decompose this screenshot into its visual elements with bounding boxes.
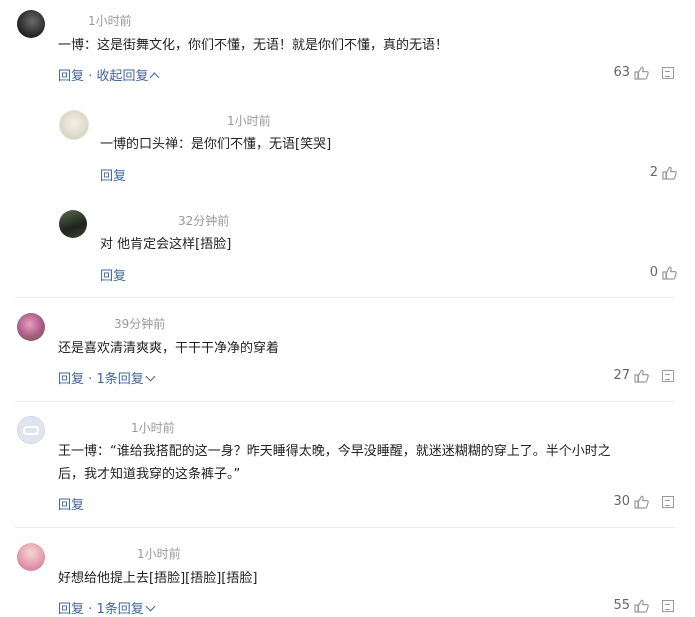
comment-text: 一博：这是街舞文化，你们不懂，无语！就是你们不懂，真的无语！: [58, 38, 449, 53]
avatar[interactable]: [17, 10, 45, 38]
avatar[interactable]: [59, 110, 89, 140]
reply-actions: 回复: [100, 165, 126, 184]
reply-button[interactable]: 回复: [58, 69, 84, 84]
comment-time: 1小时前: [131, 421, 175, 435]
like-count: 0: [649, 265, 658, 280]
separator: ·: [88, 602, 93, 617]
comment-text: 好想给他提上去[捂脸][捂脸][捂脸]: [58, 571, 258, 586]
thumbs-up-icon[interactable]: [662, 266, 677, 280]
comment-actions: 回复 · 收起回复: [58, 65, 160, 84]
comment-actions: 回复: [58, 494, 84, 513]
thumbs-up-icon[interactable]: [634, 599, 649, 613]
like-count: 30: [613, 494, 630, 509]
like-count: 55: [613, 598, 630, 613]
separator: ·: [88, 372, 93, 387]
comment-time: 1小时前: [88, 14, 132, 28]
comment-time: 1小时前: [137, 547, 181, 561]
avatar[interactable]: [17, 416, 45, 444]
reply-actions: 回复: [100, 265, 126, 284]
collapse-replies-button[interactable]: 收起回复: [96, 69, 160, 84]
expand-replies-button[interactable]: 1条回复: [96, 371, 156, 387]
chevron-down-icon: [145, 601, 156, 612]
expand-replies-label: 1条回复: [96, 372, 144, 387]
reply-button[interactable]: 回复: [100, 269, 126, 284]
avatar[interactable]: [17, 543, 45, 571]
collapse-replies-label: 收起回复: [96, 69, 149, 84]
like-count: 63: [613, 65, 630, 80]
like-count: 27: [613, 368, 630, 383]
comment-text: 还是喜欢清清爽爽，干干干净净的穿着: [58, 341, 280, 356]
reply-time: 1小时前: [227, 114, 271, 128]
comment-text-line-2: 后，我才知道我穿的这条裤子。”: [58, 467, 241, 482]
thumbs-up-icon[interactable]: [634, 369, 649, 383]
reply-button[interactable]: 回复: [58, 602, 84, 617]
avatar[interactable]: [59, 210, 87, 238]
thumbs-up-icon[interactable]: [662, 166, 677, 180]
divider: [15, 527, 675, 528]
more-options-icon[interactable]: [662, 370, 674, 382]
reply-text: 对 他肯定会这样[捂脸]: [100, 237, 232, 252]
reply-button[interactable]: 回复: [100, 169, 126, 184]
expand-replies-button[interactable]: 1条回复: [96, 601, 156, 617]
reply-button[interactable]: 回复: [58, 498, 84, 513]
separator: ·: [88, 69, 93, 84]
more-options-icon[interactable]: [662, 600, 674, 612]
more-options-icon[interactable]: [662, 496, 674, 508]
thumbs-up-icon[interactable]: [634, 495, 649, 509]
chevron-up-icon: [150, 72, 160, 83]
reply-time: 32分钟前: [178, 214, 230, 228]
comment-time: 39分钟前: [114, 317, 166, 331]
expand-replies-label: 1条回复: [96, 602, 144, 617]
divider: [15, 401, 675, 402]
comment-actions: 回复 · 1条回复: [58, 368, 156, 387]
reply-text: 一博的口头禅：是你们不懂，无语[笑哭]: [100, 137, 332, 152]
like-count: 2: [649, 165, 658, 180]
thumbs-up-icon[interactable]: [634, 66, 649, 80]
avatar[interactable]: [17, 313, 45, 341]
comment-item: 1小时前 一博：这是街舞文化，你们不懂，无语！就是你们不懂，真的无语！ 回复 ·…: [0, 0, 695, 297]
chevron-down-icon: [145, 371, 156, 382]
default-avatar-icon: [23, 426, 39, 435]
comment-actions: 回复 · 1条回复: [58, 598, 156, 617]
divider: [15, 297, 675, 298]
reply-button[interactable]: 回复: [58, 372, 84, 387]
more-options-icon[interactable]: [662, 67, 674, 79]
